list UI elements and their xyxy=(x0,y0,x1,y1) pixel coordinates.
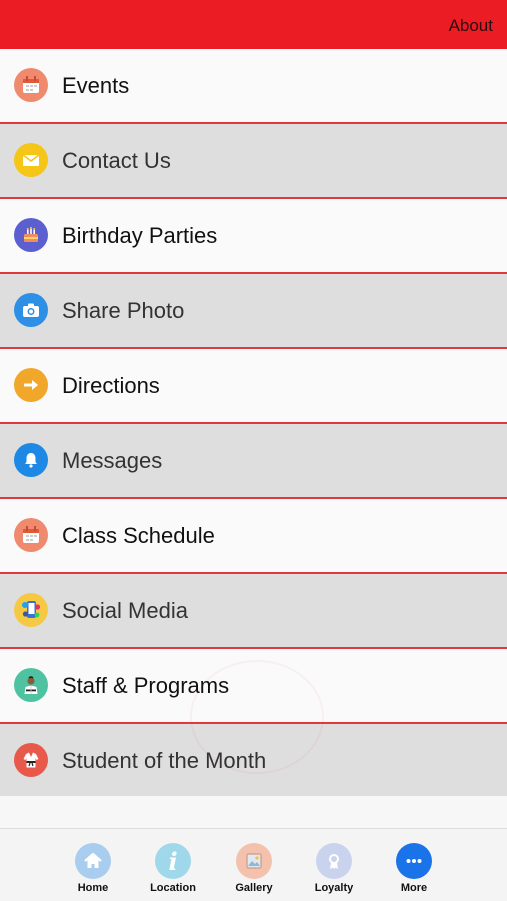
cake-icon xyxy=(14,218,48,252)
menu-item-label: Contact Us xyxy=(62,148,171,173)
menu-item-label: Student of the Month xyxy=(62,748,267,773)
more-icon xyxy=(396,843,432,879)
menu-item-directions[interactable]: Directions xyxy=(0,349,507,424)
tab-label: Loyalty xyxy=(314,882,354,894)
menu-item-label: Share Photo xyxy=(62,298,185,323)
tab-label: Gallery xyxy=(235,882,273,894)
menu-item-social-media[interactable]: Social Media xyxy=(0,574,507,649)
gallery-icon xyxy=(236,843,272,879)
social-media-icon xyxy=(14,593,48,627)
tab-gallery[interactable]: Gallery xyxy=(214,829,294,901)
home-icon xyxy=(75,843,111,879)
calendar-icon xyxy=(14,518,48,552)
menu-list: Events Contact Us Birthday Parties Share… xyxy=(0,49,507,799)
app-header: About xyxy=(0,0,507,49)
karate-instructor-icon xyxy=(14,668,48,702)
tab-label: More xyxy=(400,882,428,894)
tab-label: Home xyxy=(77,882,109,894)
bottom-tab-bar: Home i Location Gallery Loyalty More xyxy=(0,828,507,901)
tab-label: Location xyxy=(150,882,196,894)
menu-item-label: Birthday Parties xyxy=(62,223,218,248)
menu-item-label: Staff & Programs xyxy=(62,673,230,698)
info-icon: i xyxy=(155,843,191,879)
calendar-icon xyxy=(14,68,48,102)
menu-item-birthday-parties[interactable]: Birthday Parties xyxy=(0,199,507,274)
menu-item-label: Class Schedule xyxy=(62,523,215,548)
menu-item-share-photo[interactable]: Share Photo xyxy=(0,274,507,349)
menu-item-label: Directions xyxy=(62,373,160,398)
menu-item-label: Events xyxy=(62,73,130,98)
menu-item-contact-us[interactable]: Contact Us xyxy=(0,124,507,199)
tab-loyalty[interactable]: Loyalty xyxy=(294,829,374,901)
tab-home[interactable]: Home xyxy=(53,829,133,901)
envelope-icon xyxy=(14,143,48,177)
menu-item-label: Social Media xyxy=(62,598,188,623)
about-link[interactable]: About xyxy=(449,16,493,36)
tab-location[interactable]: i Location xyxy=(133,829,213,901)
arrow-right-icon xyxy=(14,368,48,402)
menu-item-class-schedule[interactable]: Class Schedule xyxy=(0,499,507,574)
menu-item-student-of-the-month[interactable]: Student of the Month xyxy=(0,724,507,799)
camera-icon xyxy=(14,293,48,327)
bell-icon xyxy=(14,443,48,477)
tab-more[interactable]: More xyxy=(374,829,454,901)
karate-gi-icon xyxy=(14,743,48,777)
menu-footer-space xyxy=(0,796,507,828)
menu-item-label: Messages xyxy=(62,448,163,473)
loyalty-icon xyxy=(316,843,352,879)
menu-item-messages[interactable]: Messages xyxy=(0,424,507,499)
menu-item-events[interactable]: Events xyxy=(0,49,507,124)
menu-item-staff-programs[interactable]: Staff & Programs xyxy=(0,649,507,724)
